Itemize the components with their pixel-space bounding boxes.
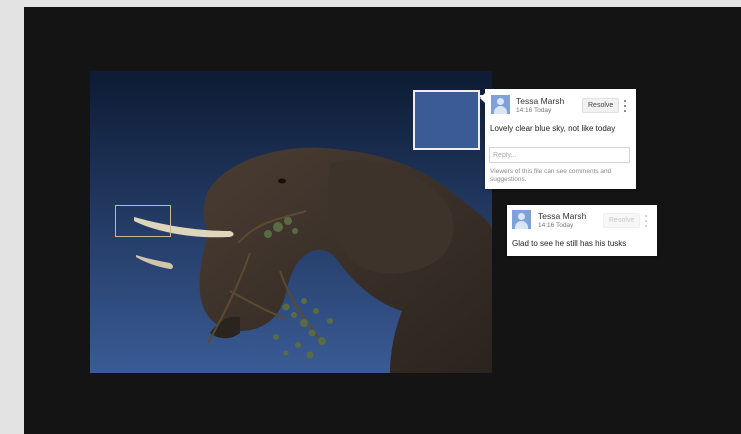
- comment-author: Tessa Marsh: [538, 211, 587, 221]
- comment-region-sky[interactable]: [413, 90, 480, 150]
- comment-text: Glad to see he still has his tusks: [512, 239, 627, 248]
- comment-card: Tessa Marsh 14:16 Today Resolve Lovely c…: [480, 89, 636, 189]
- comment-time: 14:16 Today: [538, 222, 574, 229]
- user-avatar-icon: [491, 95, 510, 114]
- reply-input[interactable]: [489, 147, 630, 163]
- resolve-button[interactable]: Resolve: [603, 213, 641, 228]
- comment-time: 14:16 Today: [516, 107, 552, 114]
- more-vertical-icon[interactable]: [622, 100, 628, 112]
- comment-card[interactable]: Tessa Marsh 14:16 Today Resolve Glad to …: [507, 205, 657, 256]
- comment-region-tusk[interactable]: [115, 205, 171, 237]
- resolve-button[interactable]: Resolve: [582, 98, 620, 113]
- comment-text: Lovely clear blue sky, not like today: [490, 124, 616, 133]
- visibility-notice: Viewers of this file can see comments an…: [490, 168, 612, 183]
- user-avatar-icon: [512, 210, 531, 229]
- comment-author: Tessa Marsh: [516, 96, 565, 106]
- more-vertical-icon[interactable]: [643, 215, 649, 227]
